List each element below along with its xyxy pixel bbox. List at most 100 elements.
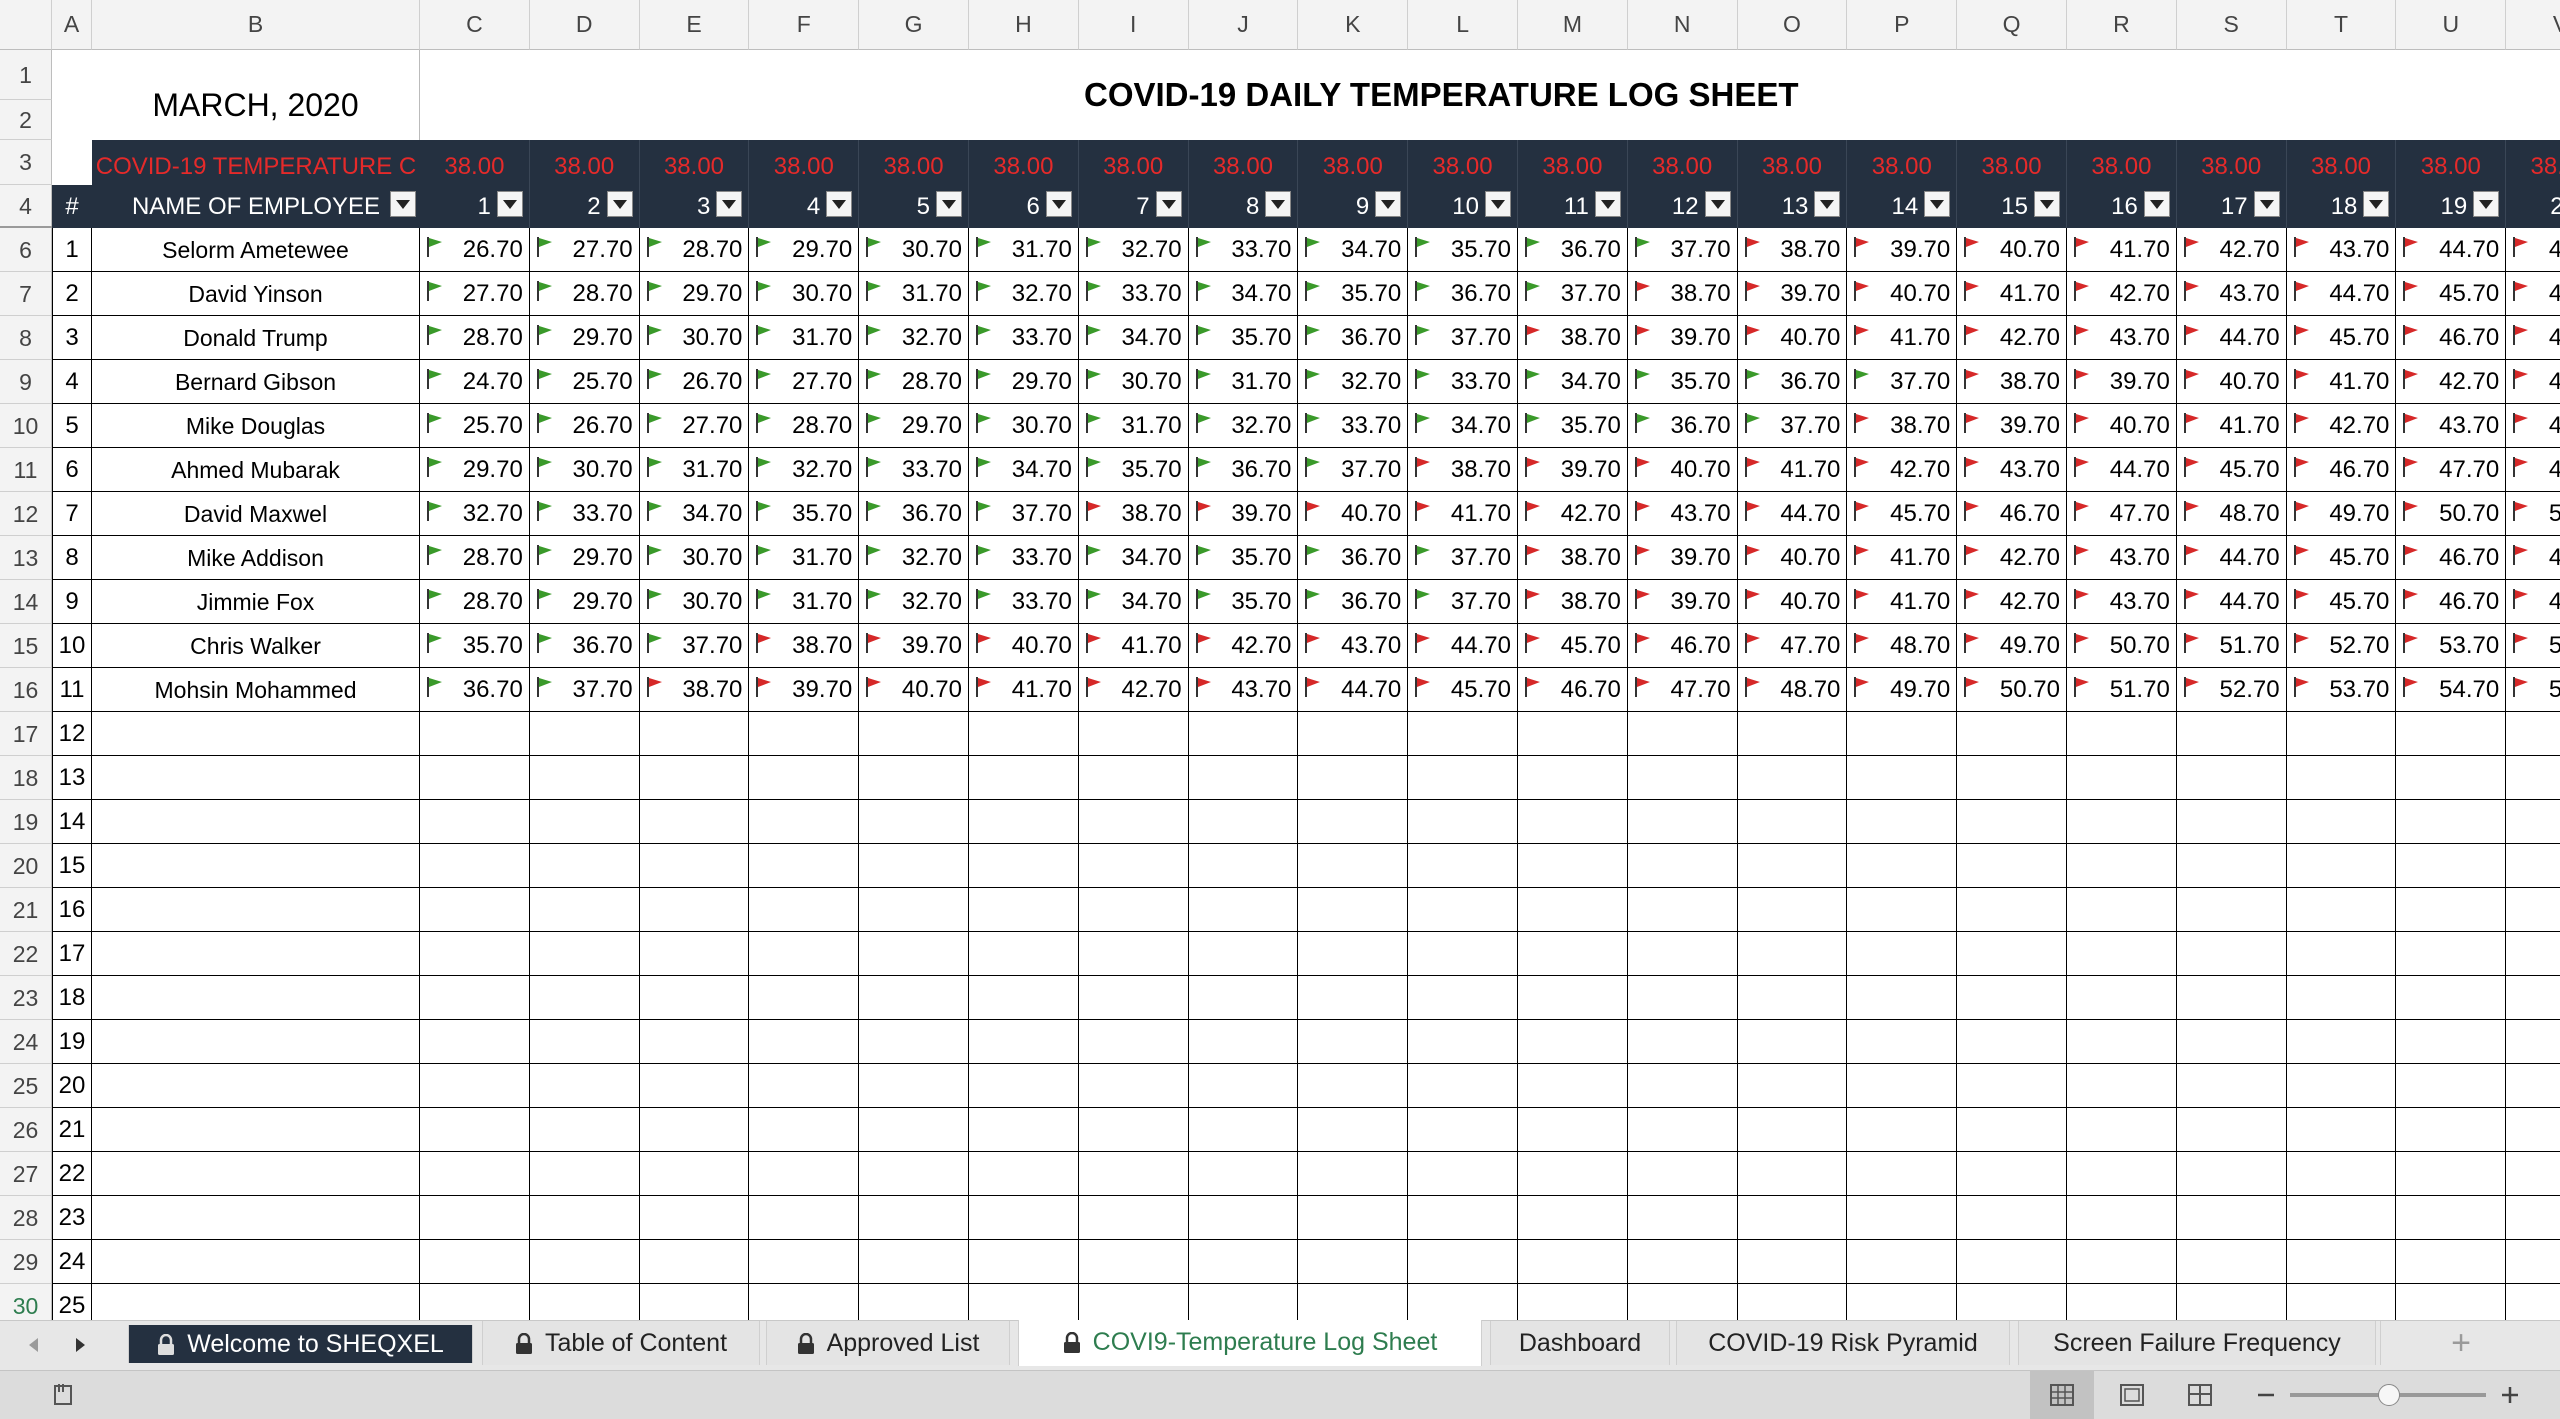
filter-dropdown-button[interactable] [606, 191, 633, 217]
temperature-cell[interactable] [2067, 1240, 2177, 1284]
temperature-cell[interactable] [2286, 1108, 2397, 1152]
row-header[interactable]: 2 [0, 100, 52, 140]
temperature-cell[interactable]: 44.70 [2176, 536, 2287, 580]
temperature-cell[interactable]: 40.70 [1737, 316, 1848, 360]
temperature-cell[interactable] [859, 1284, 969, 1320]
row-header[interactable]: 4 [0, 185, 52, 228]
temperature-cell[interactable] [1298, 844, 1409, 888]
temperature-cell[interactable]: 40.70 [1957, 228, 2067, 272]
temperature-cell[interactable] [529, 756, 640, 800]
temperature-cell[interactable] [1408, 1064, 1518, 1108]
temperature-cell[interactable] [2286, 1152, 2397, 1196]
row-header[interactable]: 9 [0, 360, 52, 404]
temperature-cell[interactable]: 42.70 [2396, 360, 2507, 404]
temperature-cell[interactable] [1078, 1240, 1189, 1284]
row-header[interactable]: 16 [0, 668, 52, 712]
temperature-cell[interactable] [2067, 1196, 2177, 1240]
temperature-cell[interactable]: 42.70 [1957, 580, 2067, 624]
temperature-cell[interactable] [2176, 1020, 2287, 1064]
temperature-cell[interactable] [1957, 1284, 2067, 1320]
temperature-cell[interactable] [1737, 1064, 1848, 1108]
temperature-cell[interactable] [1627, 756, 1738, 800]
temperature-cell[interactable] [969, 1152, 1079, 1196]
temperature-cell[interactable] [1957, 1196, 2067, 1240]
temperature-cell[interactable]: 28.70 [420, 316, 530, 360]
temperature-cell[interactable] [1518, 844, 1628, 888]
temperature-cell[interactable]: 33.70 [1078, 272, 1189, 316]
temperature-cell[interactable] [639, 712, 750, 756]
temperature-cell[interactable] [749, 1152, 860, 1196]
sheet-tab[interactable]: Dashboard [1490, 1321, 1670, 1365]
temperature-cell[interactable] [639, 1108, 750, 1152]
employee-name[interactable]: Donald Trump [92, 316, 420, 360]
temperature-cell[interactable]: 32.70 [1078, 228, 1189, 272]
temperature-cell[interactable] [2396, 1196, 2507, 1240]
employee-number[interactable]: 18 [52, 976, 92, 1020]
temperature-cell[interactable]: 47.70 [1627, 668, 1738, 712]
temperature-cell[interactable] [1298, 1284, 1409, 1320]
employee-name[interactable] [92, 1152, 420, 1196]
temperature-cell[interactable] [2176, 1108, 2287, 1152]
temperature-cell[interactable] [639, 1196, 750, 1240]
sheet-tab[interactable]: Screen Failure Frequency [2018, 1321, 2376, 1365]
temperature-cell[interactable] [2286, 1240, 2397, 1284]
temperature-cell[interactable] [1518, 800, 1628, 844]
temperature-cell[interactable] [2506, 932, 2560, 976]
temperature-cell[interactable] [2067, 1020, 2177, 1064]
employee-number[interactable]: 11 [52, 668, 92, 712]
filter-dropdown-button[interactable] [2253, 191, 2280, 217]
temperature-cell[interactable]: 33.70 [1408, 360, 1518, 404]
temperature-cell[interactable]: 45.70 [1518, 624, 1628, 668]
temperature-cell[interactable]: 43.70 [2286, 228, 2397, 272]
temperature-cell[interactable]: 44.70 [2396, 228, 2507, 272]
temperature-cell[interactable] [749, 756, 860, 800]
temperature-cell[interactable]: 29.70 [420, 448, 530, 492]
temperature-cell[interactable] [1627, 800, 1738, 844]
temperature-cell[interactable] [1737, 756, 1848, 800]
temperature-cell[interactable]: 50.70 [1957, 668, 2067, 712]
temperature-cell[interactable]: 37.70 [1408, 536, 1518, 580]
employee-number[interactable]: 13 [52, 756, 92, 800]
temperature-cell[interactable] [1078, 1152, 1189, 1196]
temperature-cell[interactable]: 40.70 [1737, 536, 1848, 580]
temperature-cell[interactable] [1627, 976, 1738, 1020]
temperature-cell[interactable] [530, 1284, 640, 1320]
temperature-cell[interactable] [1847, 1196, 1958, 1240]
column-header[interactable]: B [92, 0, 420, 50]
temperature-cell[interactable]: 38.70 [639, 668, 750, 712]
temperature-cell[interactable] [1737, 1152, 1848, 1196]
zoom-slider[interactable] [2290, 1384, 2486, 1406]
temperature-cell[interactable] [2286, 844, 2397, 888]
temperature-cell[interactable] [2176, 844, 2287, 888]
temperature-cell[interactable]: 36.70 [1627, 404, 1738, 448]
employee-name[interactable] [92, 1284, 420, 1320]
temperature-cell[interactable]: 32.70 [969, 272, 1079, 316]
temperature-cell[interactable] [2177, 1284, 2287, 1320]
temperature-cell[interactable]: 49.70 [1957, 624, 2067, 668]
temperature-cell[interactable] [859, 712, 969, 756]
temperature-cell[interactable] [2067, 1284, 2177, 1320]
employee-number[interactable]: 23 [52, 1196, 92, 1240]
temperature-cell[interactable]: 36.70 [1298, 580, 1409, 624]
temperature-cell[interactable] [529, 1240, 640, 1284]
temperature-cell[interactable]: 30.70 [639, 316, 750, 360]
temperature-cell[interactable]: 29.70 [859, 404, 969, 448]
temperature-cell[interactable] [859, 932, 969, 976]
temperature-cell[interactable] [2286, 976, 2397, 1020]
filter-dropdown-button[interactable] [2033, 191, 2060, 217]
temperature-cell[interactable]: 44.70 [1408, 624, 1518, 668]
temperature-cell[interactable] [420, 976, 530, 1020]
row-header[interactable]: 21 [0, 888, 52, 932]
column-header[interactable]: V [2506, 0, 2560, 50]
temperature-cell[interactable] [859, 844, 969, 888]
temperature-cell[interactable]: 34.70 [1188, 272, 1299, 316]
row-header[interactable]: 18 [0, 756, 52, 800]
temperature-cell[interactable]: 28.70 [420, 536, 530, 580]
temperature-cell[interactable]: 34.70 [969, 448, 1079, 492]
temperature-cell[interactable] [529, 888, 640, 932]
temperature-cell[interactable] [1188, 976, 1299, 1020]
temperature-cell[interactable]: 47.70 [2506, 580, 2560, 624]
temperature-cell[interactable] [2286, 800, 2397, 844]
temperature-cell[interactable]: 45.70 [2176, 448, 2287, 492]
employee-name[interactable]: David Maxwel [92, 492, 420, 536]
